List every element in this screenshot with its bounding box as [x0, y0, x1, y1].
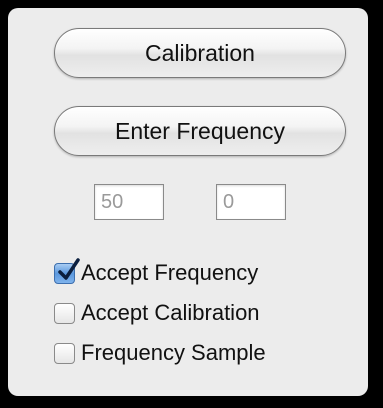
accept-frequency-label: Accept Frequency: [81, 260, 259, 285]
checkbox-unchecked-icon[interactable]: [54, 342, 75, 364]
frequency-value-field[interactable]: 50: [94, 184, 164, 220]
enter-frequency-button[interactable]: Enter Frequency: [54, 106, 346, 156]
checkbox-unchecked-icon[interactable]: [54, 302, 75, 324]
accept-frequency-checkbox[interactable]: Accept Frequency: [54, 257, 259, 288]
checkmark-icon: [58, 257, 80, 280]
frequency-sample-checkbox[interactable]: Frequency Sample: [54, 338, 266, 368]
control-panel: Calibration Enter Frequency 50 0 Accept …: [8, 8, 368, 396]
accept-calibration-checkbox[interactable]: Accept Calibration: [54, 298, 260, 328]
checkbox-checked-icon[interactable]: [54, 257, 80, 284]
calibration-button[interactable]: Calibration: [54, 28, 346, 78]
frequency-sample-label: Frequency Sample: [81, 340, 266, 365]
secondary-value-field[interactable]: 0: [216, 184, 286, 220]
accept-calibration-label: Accept Calibration: [81, 300, 260, 325]
